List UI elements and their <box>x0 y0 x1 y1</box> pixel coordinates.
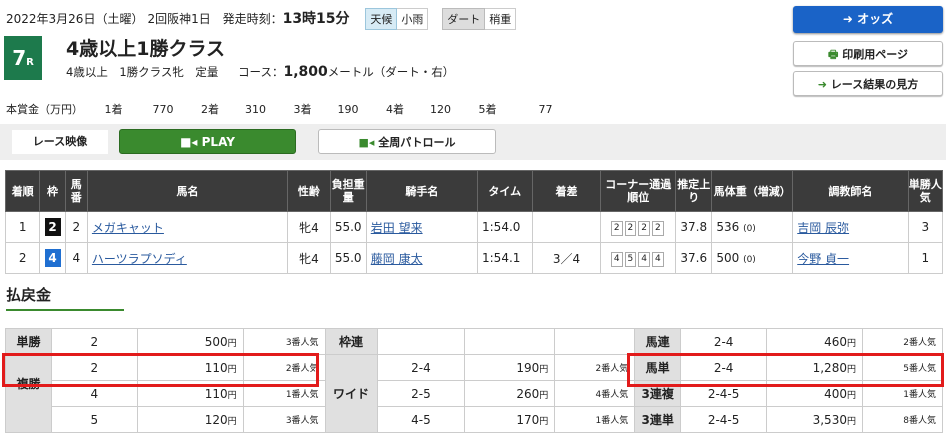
print-page-button[interactable]: 🖶 印刷用ページ <box>793 41 943 66</box>
sanrentan-label: 3連単 <box>634 406 682 433</box>
course-detail: メートル（ダート・右） <box>327 65 455 79</box>
jockey-link[interactable]: 藤岡 康太 <box>371 252 423 266</box>
race-number-badge: 7R <box>4 36 42 80</box>
col-corners: コーナー通過順位 <box>600 170 677 212</box>
race-date: 2022年3月26日（土曜） <box>6 12 144 26</box>
printer-icon: 🖶 <box>827 48 839 61</box>
col-jockey: 騎手名 <box>365 170 479 212</box>
highlight-box <box>2 353 319 387</box>
race-conditions: 4歳以上 1勝クラス牝 定量 コース：1,800メートル（ダート・右） <box>66 64 454 80</box>
wakuren-label: 枠連 <box>324 328 378 355</box>
horse-link[interactable]: ハーツラプソディ <box>92 252 187 266</box>
col-time: タイム <box>477 170 533 212</box>
odds-button[interactable]: ➜ オッズ <box>793 6 943 33</box>
col-popularity: 単勝人気 <box>907 170 944 212</box>
payout-underline <box>6 309 124 311</box>
payout-title: 払戻金 <box>6 286 52 304</box>
arrow-circle-icon: ➜ <box>817 78 827 91</box>
trainer-link[interactable]: 吉岡 辰弥 <box>797 221 849 235</box>
table-row: 1 2 2 メガキャット 牝4 55.0 岩田 望来 1:54.0 2222 3… <box>4 211 944 243</box>
payout-row: 5 120円 3番人気 4-5 170円 1番人気 3連単 2-4-5 3,53… <box>6 406 944 433</box>
weather-label: 天候 <box>365 8 398 30</box>
col-waku: 枠 <box>39 170 66 212</box>
col-umaban: 馬番 <box>64 170 88 212</box>
horse-link[interactable]: メガキャット <box>92 221 164 235</box>
table-row: 2 4 4 ハーツラプソディ 牝4 55.0 藤岡 康太 1:54.1 3／4 … <box>4 242 944 274</box>
col-trainer: 調教師名 <box>792 170 909 212</box>
prize-label: 本賞金（万円） <box>6 103 83 116</box>
post-time: 13時15分 <box>282 11 350 27</box>
race-info-bar: 2022年3月26日（土曜） 2回阪神1日 発走時刻：13時15分 天候 小雨 ダー… <box>6 8 517 30</box>
race-number-suffix: R <box>26 57 34 68</box>
course-label: コース： <box>238 65 284 79</box>
col-weight: 負担重量 <box>329 170 367 212</box>
course-distance: 1,800 <box>283 64 328 80</box>
waku-badge: 4 <box>44 249 61 267</box>
col-last3f: 推定上り <box>675 170 713 212</box>
track-condition: 稍重 <box>485 8 517 30</box>
trainer-link[interactable]: 今野 貞一 <box>797 252 849 266</box>
tansho-label: 単勝 <box>5 328 52 355</box>
race-title: 4歳以上1勝クラス <box>66 38 226 60</box>
col-sex-age: 性齢 <box>287 170 331 212</box>
race-video-label: レース映像 <box>12 130 108 154</box>
race-number: 7 <box>12 46 27 70</box>
race-class-conditions: 4歳以上 1勝クラス牝 定量 <box>66 65 219 79</box>
umaren-label: 馬連 <box>634 328 682 355</box>
patrol-video-button[interactable]: ■◂ 全周パトロール <box>318 129 496 154</box>
arrow-circle-icon: ➜ <box>842 12 853 26</box>
jockey-link[interactable]: 岩田 望来 <box>371 221 423 235</box>
track-label: ダート <box>442 8 486 30</box>
weather-value: 小雨 <box>397 8 429 30</box>
meeting-name: 2回阪神1日 <box>147 12 211 26</box>
waku-badge: 2 <box>44 218 61 236</box>
wide-label: ワイド <box>324 354 378 433</box>
col-body-weight: 馬体重（増減） <box>711 170 794 212</box>
play-button[interactable]: ■◂ PLAY <box>119 129 296 154</box>
col-margin: 着差 <box>531 170 602 212</box>
prize-money: 本賞金（万円） 1着 770 2着 310 3着 190 4着 120 5着 77 <box>6 103 553 116</box>
payout-row: 単勝 2 500円 3番人気 枠連 馬連 2-4 460円 2番人気 <box>5 328 944 355</box>
video-camera-icon: ■◂ <box>358 136 375 149</box>
col-horse: 馬名 <box>86 170 289 212</box>
col-rank: 着順 <box>4 170 41 212</box>
results-header-row: 着順 枠 馬番 馬名 性齢 負担重量 騎手名 タイム 着差 コーナー通過順位 推… <box>4 170 944 212</box>
result-guide-button[interactable]: ➜ レース結果の見方 <box>793 71 943 96</box>
video-camera-icon: ■◂ <box>180 135 198 149</box>
highlight-box <box>627 353 944 387</box>
race-results-table: 着順 枠 馬番 馬名 性齢 負担重量 騎手名 タイム 着差 コーナー通過順位 推… <box>4 170 944 274</box>
post-time-label: 発走時刻： <box>222 12 283 26</box>
